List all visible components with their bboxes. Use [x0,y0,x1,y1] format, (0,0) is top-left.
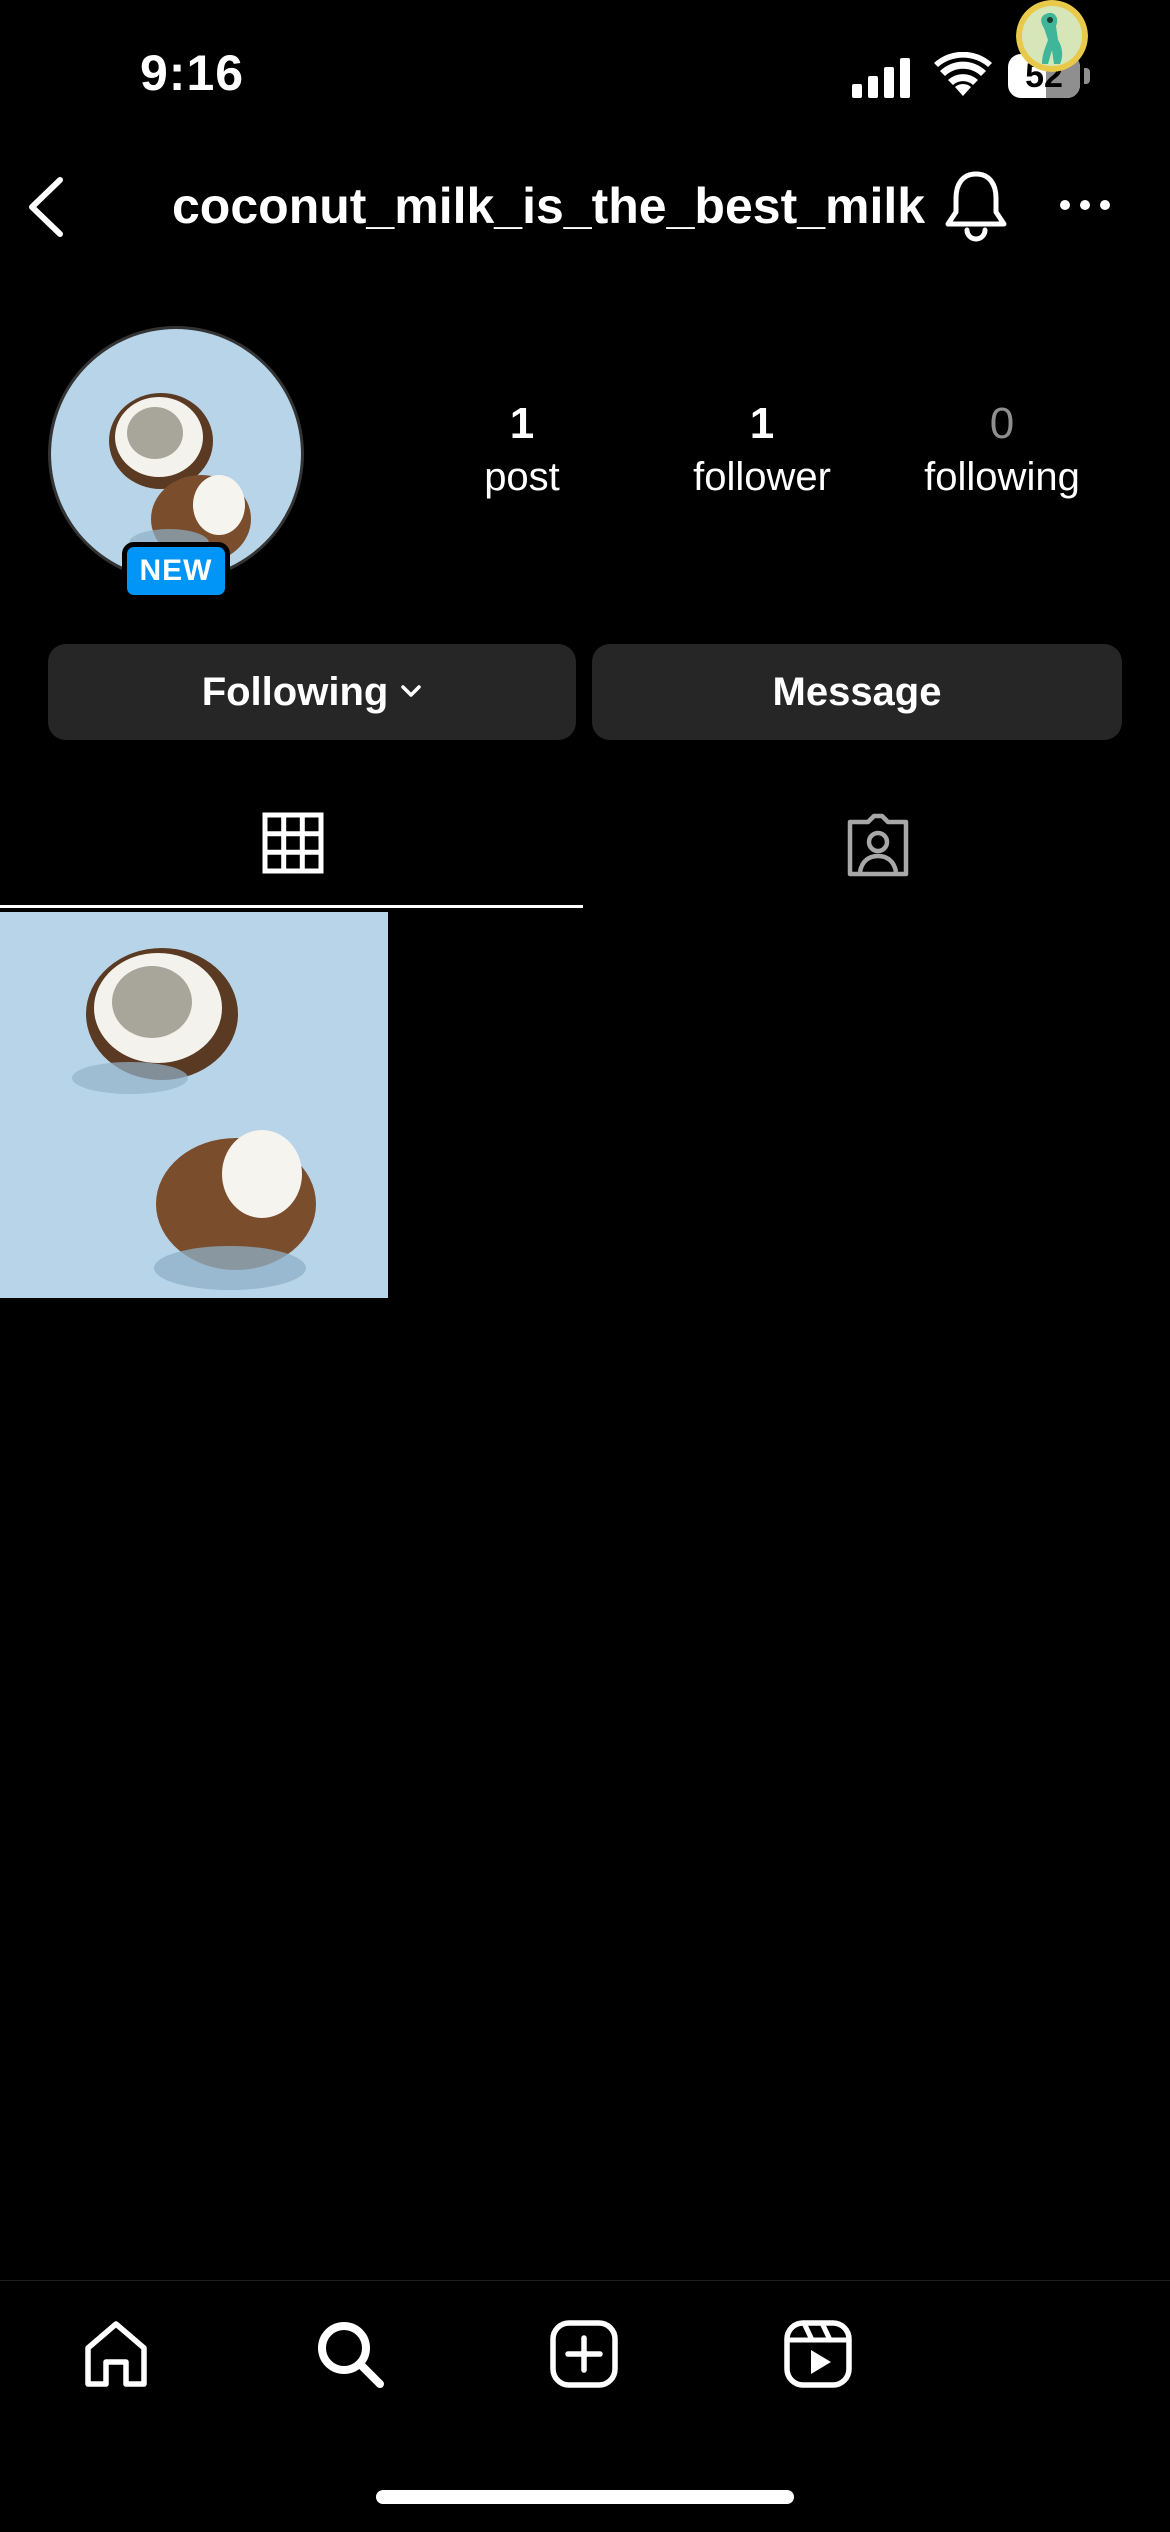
following-button[interactable]: Following [48,644,576,740]
followers-count-label: follower [693,455,831,499]
cellular-signal-icon [852,58,910,98]
grid-icon [262,812,324,874]
tagged-person-icon [847,813,909,877]
reels-icon[interactable] [782,2318,854,2390]
posts-count[interactable]: 1 post [402,396,642,502]
following-button-label: Following [201,670,389,714]
more-options-icon[interactable] [1058,196,1112,214]
create-post-icon[interactable] [548,2318,620,2390]
new-badge: NEW [122,542,230,600]
followers-count-value: 1 [749,399,775,448]
search-icon[interactable] [314,2318,386,2390]
followers-count[interactable]: 1 follower [642,396,882,502]
home-icon[interactable] [80,2318,152,2390]
following-count-label: following [924,455,1080,499]
status-time: 9:16 [140,45,245,101]
profile-tab-avatar[interactable] [1016,0,1088,72]
following-count-value: 0 [989,399,1015,448]
back-arrow-icon[interactable] [20,174,70,240]
chevron-down-icon [401,685,422,698]
avatar-image [1016,0,1088,72]
notification-bell-icon[interactable] [940,168,1012,244]
message-button[interactable]: Message [592,644,1122,740]
wifi-icon [934,52,992,96]
coconut-photo [0,912,388,1298]
posts-count-label: post [484,455,560,499]
tab-selected-indicator [0,905,583,908]
home-indicator [376,2490,794,2504]
profile-username: coconut_milk_is_the_best_milk [172,178,926,234]
following-count[interactable]: 0 following [882,396,1122,502]
post-thumbnail[interactable] [0,912,388,1298]
battery-tip [1084,68,1090,84]
posts-count-value: 1 [509,399,535,448]
